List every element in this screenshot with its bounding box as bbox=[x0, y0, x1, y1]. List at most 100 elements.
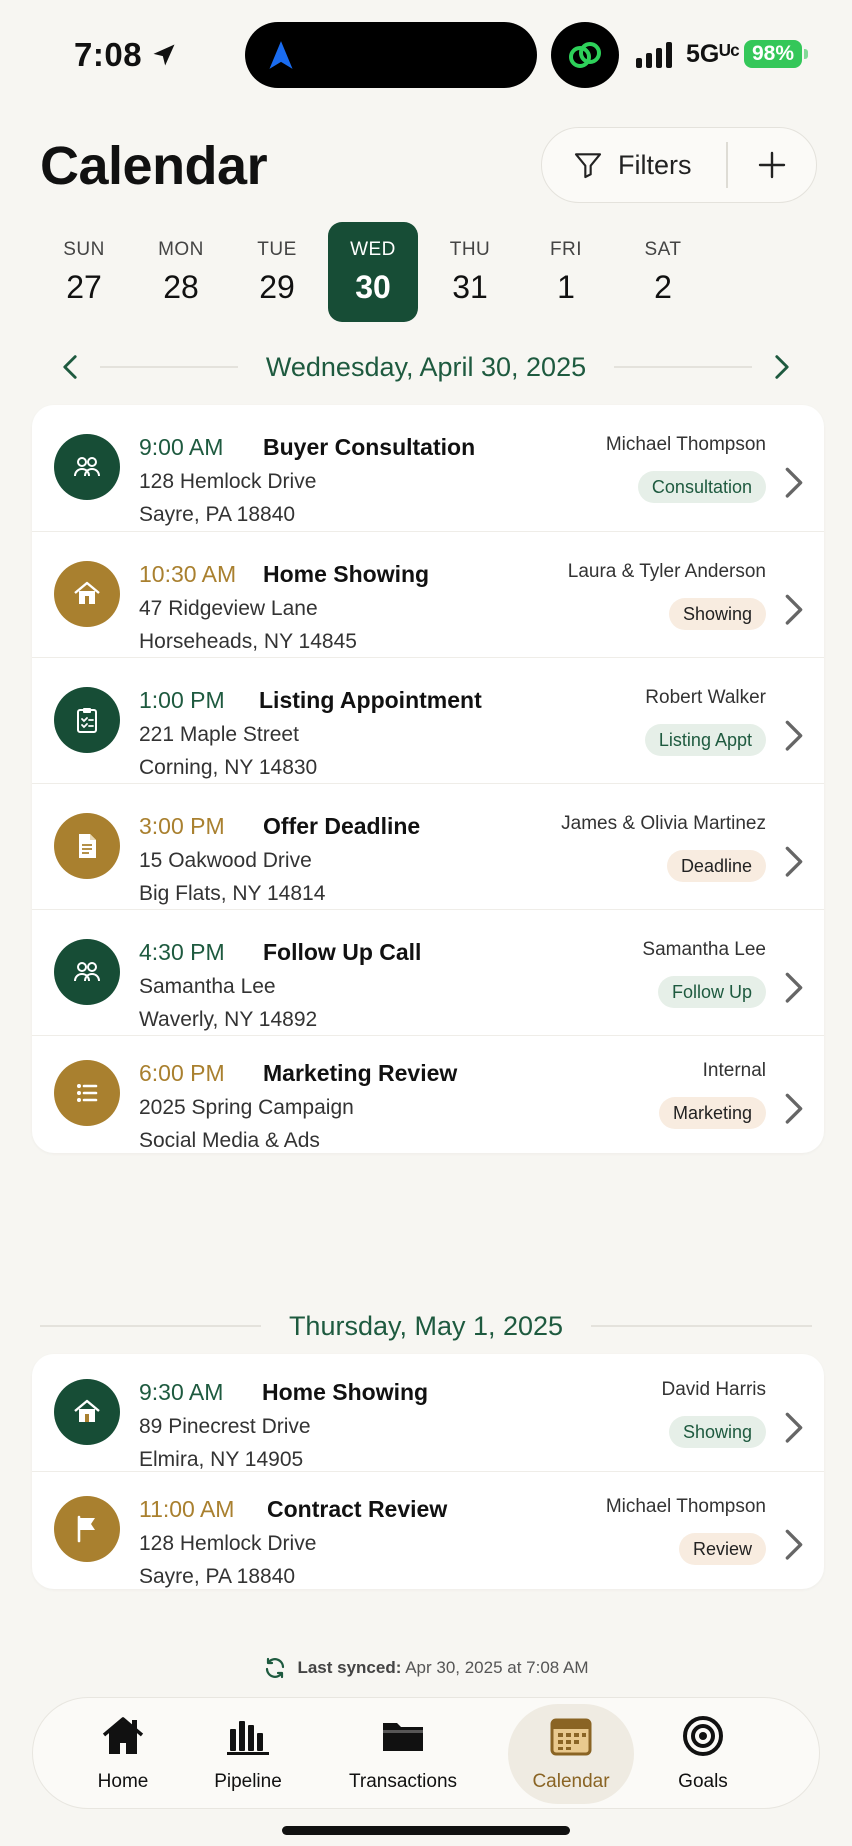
day-date: 1 bbox=[557, 268, 575, 305]
house-icon bbox=[54, 1379, 120, 1445]
event-address-line1: 15 Oakwood Drive bbox=[139, 849, 312, 872]
event-client: David Harris bbox=[661, 1379, 766, 1400]
event-client: James & Olivia Martinez bbox=[561, 813, 766, 834]
day-name: TUE bbox=[257, 238, 297, 260]
event-address-line1: 47 Ridgeview Lane bbox=[139, 597, 318, 620]
add-event-button[interactable] bbox=[728, 128, 817, 202]
filters-label: Filters bbox=[618, 149, 692, 180]
event-address-line2: Sayre, PA 18840 bbox=[139, 1565, 296, 1588]
event-time: 6:00 PM bbox=[139, 1060, 225, 1086]
chevron-right-icon bbox=[784, 719, 804, 751]
events-card-wednesday: 9:00 AM Buyer Consultation 128 Hemlock Dri… bbox=[32, 405, 824, 1153]
day-name: MON bbox=[158, 238, 204, 260]
day-tue[interactable]: TUE 29 bbox=[232, 222, 322, 322]
day-date: 31 bbox=[452, 268, 488, 305]
folder-icon bbox=[380, 1715, 426, 1763]
event-row[interactable]: 6:00 PM Marketing Review 2025 Spring Campa… bbox=[32, 1036, 824, 1153]
chevron-right-icon bbox=[784, 845, 804, 877]
day-sun[interactable]: SUN 27 bbox=[39, 222, 129, 322]
sync-value: Apr 30, 2025 at 7:08 AM bbox=[405, 1658, 589, 1677]
day-date: 28 bbox=[163, 268, 199, 305]
event-type-badge: Follow Up bbox=[657, 976, 766, 1008]
event-type-badge: Showing bbox=[668, 1416, 766, 1448]
event-address-line2: Sayre, PA 18840 bbox=[139, 503, 296, 526]
day-label: Thursday, May 1, 2025 bbox=[288, 1310, 564, 1341]
event-row[interactable]: 11:00 AM Contract Review 128 Hemlock Drive… bbox=[32, 1472, 824, 1589]
tab-label: Pipeline bbox=[214, 1771, 282, 1792]
tab-bar: Home Pipeline Transactions Calendar Goals bbox=[32, 1697, 820, 1809]
event-title: Listing Appointment bbox=[259, 687, 482, 713]
event-title: Marketing Review bbox=[263, 1060, 458, 1086]
chevron-right-icon bbox=[784, 1411, 804, 1443]
event-row[interactable]: 9:30 AM Home Showing 89 Pinecrest Drive Elm… bbox=[32, 1354, 824, 1472]
day-name: SUN bbox=[63, 238, 105, 260]
event-row[interactable]: 3:00 PM Offer Deadline 15 Oakwood Drive Big… bbox=[32, 784, 824, 910]
day-date: 29 bbox=[259, 268, 295, 305]
header-actions: Filters bbox=[541, 127, 817, 203]
event-client: Michael Thompson bbox=[605, 1496, 766, 1517]
day-name: FRI bbox=[549, 238, 583, 260]
event-type-badge: Listing Appt bbox=[644, 724, 766, 756]
day-fri[interactable]: FRI 1 bbox=[521, 222, 611, 322]
event-time: 1:00 PM bbox=[139, 687, 225, 713]
tab-label: Transactions bbox=[348, 1771, 458, 1792]
tab-transactions[interactable]: Transactions bbox=[318, 1704, 488, 1804]
dynamic-island bbox=[245, 22, 537, 88]
event-row[interactable]: 9:00 AM Buyer Consultation 128 Hemlock Dri… bbox=[32, 405, 824, 532]
target-icon bbox=[680, 1715, 726, 1763]
event-address-line2: Waverly, NY 14892 bbox=[139, 1008, 318, 1031]
events-card-thursday: 9:30 AM Home Showing 89 Pinecrest Drive Elm… bbox=[32, 1354, 824, 1589]
day-thu[interactable]: THU 31 bbox=[425, 222, 515, 322]
day-date: 2 bbox=[654, 268, 672, 305]
tab-label: Calendar bbox=[532, 1771, 610, 1792]
list-icon bbox=[54, 1060, 120, 1126]
people-icon bbox=[54, 939, 120, 1005]
day-mon[interactable]: MON 28 bbox=[136, 222, 226, 322]
day-date: 30 bbox=[355, 268, 391, 305]
status-time-text: 7:08 bbox=[74, 36, 143, 73]
clipboard-icon bbox=[54, 687, 120, 753]
event-time: 4:30 PM bbox=[139, 939, 225, 965]
document-icon bbox=[54, 813, 120, 879]
event-address-line1: 128 Hemlock Drive bbox=[139, 470, 317, 493]
tab-pipeline[interactable]: Pipeline bbox=[188, 1704, 308, 1804]
event-address-line1: 221 Maple Street bbox=[139, 723, 299, 746]
day-label: Wednesday, April 30, 2025 bbox=[265, 351, 587, 382]
event-client: Laura & Tyler Anderson bbox=[567, 561, 766, 582]
event-time: 9:30 AM bbox=[139, 1379, 224, 1405]
cell-signal-icon bbox=[636, 42, 672, 68]
plus-icon bbox=[758, 151, 785, 179]
location-arrow-icon bbox=[153, 44, 175, 66]
event-type-badge: Consultation bbox=[637, 471, 766, 503]
event-client: Samantha Lee bbox=[642, 939, 766, 960]
event-address-line1: 128 Hemlock Drive bbox=[139, 1532, 317, 1555]
chevron-right-icon bbox=[784, 466, 804, 498]
event-time: 10:30 AM bbox=[139, 561, 237, 587]
event-title: Home Showing bbox=[263, 561, 430, 587]
sync-status: Last synced: Apr 30, 2025 at 7:08 AM bbox=[0, 1656, 852, 1680]
chevron-right-icon bbox=[775, 355, 789, 379]
chevron-right-icon bbox=[784, 971, 804, 1003]
event-title: Follow Up Call bbox=[263, 939, 422, 965]
event-row[interactable]: 10:30 AM Home Showing 47 Ridgeview Lane Hor… bbox=[32, 532, 824, 658]
chevron-right-icon bbox=[784, 1092, 804, 1124]
filters-button[interactable]: Filters bbox=[542, 128, 726, 202]
day-name: WED bbox=[350, 238, 396, 260]
tab-calendar[interactable]: Calendar bbox=[508, 1704, 634, 1804]
day-wed[interactable]: WED 30 bbox=[328, 222, 418, 322]
status-bar: 7:08 5Gᵁᶜ 98% bbox=[0, 0, 852, 110]
event-type-badge: Showing bbox=[668, 598, 766, 630]
battery-indicator: 98% bbox=[744, 40, 808, 68]
tab-home[interactable]: Home bbox=[63, 1704, 183, 1804]
pipeline-icon bbox=[225, 1715, 271, 1763]
day-sat[interactable]: SAT 2 bbox=[618, 222, 708, 322]
event-row[interactable]: 4:30 PM Follow Up Call Samantha Lee Waverly… bbox=[32, 910, 824, 1036]
linked-app-icon bbox=[551, 22, 619, 88]
event-type-badge: Deadline bbox=[666, 850, 766, 882]
event-address-line2: Big Flats, NY 14814 bbox=[139, 882, 326, 905]
tab-goals[interactable]: Goals bbox=[643, 1704, 763, 1804]
previous-day-button[interactable] bbox=[40, 354, 100, 380]
next-day-button[interactable] bbox=[752, 354, 812, 380]
event-address-line1: 89 Pinecrest Drive bbox=[139, 1415, 311, 1438]
event-row[interactable]: 1:00 PM Listing Appointment 221 Maple Stre… bbox=[32, 658, 824, 784]
